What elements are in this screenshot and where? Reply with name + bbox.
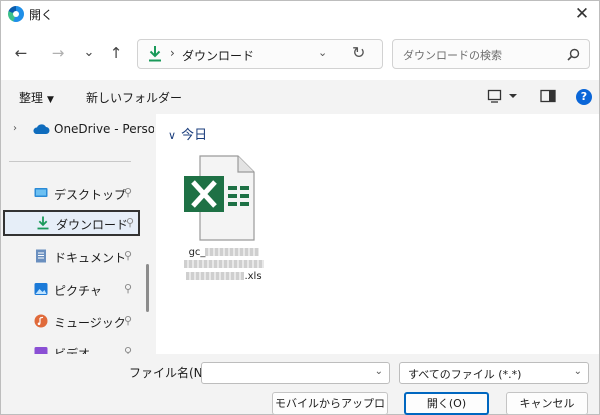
excel-file-icon xyxy=(184,155,255,241)
sidebar-item-onedrive[interactable]: › OneDrive - Perso xyxy=(1,116,154,142)
refresh-icon[interactable]: ↻ xyxy=(352,43,365,62)
sidebar-item-label: OneDrive - Perso xyxy=(54,122,154,136)
sidebar-item-downloads[interactable]: ダウンロード ⚲ xyxy=(3,210,140,236)
pin-icon: ⚲ xyxy=(124,345,133,354)
chevron-down-icon[interactable]: ⌄ xyxy=(574,366,582,377)
recent-locations-button[interactable]: ⌄ xyxy=(78,42,100,64)
sidebar-item-documents[interactable]: ドキュメント ⚲ xyxy=(1,243,141,269)
view-mode-icon[interactable] xyxy=(487,89,503,103)
filetype-value: すべてのファイル (*.*) xyxy=(408,368,522,381)
redacted-text xyxy=(205,248,260,256)
filename-input[interactable]: ⌄ xyxy=(201,362,390,384)
search-box[interactable]: ダウンロードの検索 xyxy=(392,39,590,69)
pin-icon: ⚲ xyxy=(126,216,135,229)
upload-from-mobile-button[interactable]: モバイルからアップロード xyxy=(272,392,388,415)
back-button[interactable]: ← xyxy=(10,42,32,64)
view-dropdown-icon[interactable] xyxy=(508,89,518,103)
desktop-icon xyxy=(34,188,48,197)
file-name-prefix: gc_ xyxy=(188,247,206,258)
sidebar-item-videos[interactable]: ビデオ ⚲ xyxy=(1,339,141,354)
command-bar: 整理 ▼ 新しいフォルダー ? xyxy=(1,80,599,114)
download-icon xyxy=(149,46,161,62)
organize-button[interactable]: 整理 ▼ xyxy=(19,89,54,106)
download-icon xyxy=(37,216,49,230)
new-folder-button[interactable]: 新しいフォルダー xyxy=(86,89,182,106)
cancel-button[interactable]: キャンセル xyxy=(506,392,588,415)
document-icon xyxy=(36,249,46,263)
sidebar-item-pictures[interactable]: ピクチャ ⚲ xyxy=(1,276,141,302)
open-button[interactable]: 開く(O) xyxy=(404,392,489,415)
window-title: 開く xyxy=(29,8,54,22)
help-icon[interactable]: ? xyxy=(576,89,592,105)
close-button[interactable]: ✕ xyxy=(571,3,593,25)
sidebar-item-label: ピクチャ xyxy=(54,284,102,298)
collapse-chevron-icon[interactable]: ∨ xyxy=(168,129,176,142)
sidebar-item-label: ダウンロード xyxy=(56,218,129,232)
chevron-down-icon[interactable]: ⌄ xyxy=(375,366,383,377)
music-icon xyxy=(34,314,48,328)
group-header-today[interactable]: ∨ 今日 xyxy=(168,124,207,143)
cloud-icon xyxy=(33,124,50,134)
pin-icon: ⚲ xyxy=(124,314,133,327)
navigation-pane: › OneDrive - Perso デスクトップ ⚲ ダウンロード ⚲ ドキュ… xyxy=(1,114,154,354)
file-name-suffix: .xls xyxy=(244,271,262,282)
video-icon xyxy=(34,347,48,354)
up-button[interactable]: ↑ xyxy=(105,42,127,64)
redacted-text xyxy=(184,260,264,268)
pin-icon: ⚲ xyxy=(124,282,133,295)
filetype-select[interactable]: すべてのファイル (*.*) ⌄ xyxy=(399,362,589,384)
search-input[interactable]: ダウンロードの検索 xyxy=(403,47,502,63)
browser-app-icon xyxy=(8,6,24,22)
expand-arrow-icon[interactable]: › xyxy=(13,123,17,134)
search-icon[interactable] xyxy=(567,48,580,61)
picture-icon xyxy=(34,283,48,295)
address-bar[interactable]: › ダウンロード ⌄ ↻ xyxy=(137,39,383,69)
filename-label: ファイル名(N): xyxy=(129,366,212,380)
address-dropdown-icon[interactable]: ⌄ xyxy=(318,46,327,59)
navigation-bar: ← → ⌄ ↑ › ダウンロード ⌄ ↻ ダウンロードの検索 xyxy=(1,28,599,80)
title-bar: 開く ✕ xyxy=(1,1,599,28)
organize-label: 整理 xyxy=(19,91,44,105)
breadcrumb-separator: › xyxy=(170,46,175,60)
sidebar-item-music[interactable]: ミュージック ⚲ xyxy=(1,308,141,334)
pin-icon: ⚲ xyxy=(124,186,133,199)
breadcrumb-downloads[interactable]: ダウンロード xyxy=(182,47,254,64)
pin-icon: ⚲ xyxy=(124,249,133,262)
group-label: 今日 xyxy=(181,128,208,143)
sidebar-item-label: ビデオ xyxy=(54,347,91,354)
chevron-down-icon: ▼ xyxy=(47,95,54,105)
scrollbar[interactable] xyxy=(146,264,149,312)
sidebar-item-desktop[interactable]: デスクトップ ⚲ xyxy=(1,180,141,206)
divider xyxy=(9,161,131,162)
redacted-text xyxy=(186,272,245,280)
file-list: ∨ 今日 gc_ .xls xyxy=(156,114,599,354)
dialog-footer: ファイル名(N): ⌄ すべてのファイル (*.*) ⌄ モバイルからアップロー… xyxy=(1,354,599,415)
sidebar-item-label: ミュージック xyxy=(54,316,126,330)
forward-button[interactable]: → xyxy=(47,42,69,64)
sidebar-item-label: デスクトップ xyxy=(54,188,127,202)
open-file-dialog: 開く ✕ ← → ⌄ ↑ › ダウンロード ⌄ ↻ ダウンロードの検索 整理 ▼… xyxy=(0,0,600,415)
preview-pane-icon[interactable] xyxy=(540,89,556,103)
file-name: gc_ .xls xyxy=(178,247,270,283)
sidebar-item-label: ドキュメント xyxy=(54,251,127,265)
